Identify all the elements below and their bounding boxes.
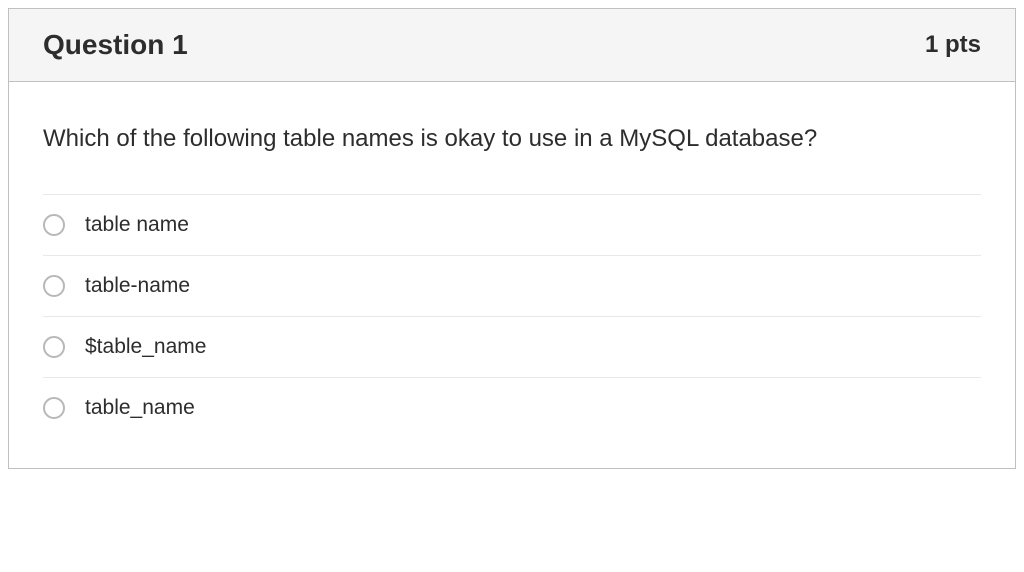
option-row-2[interactable]: $table_name [43,316,981,377]
radio-icon[interactable] [43,336,65,358]
question-points: 1 pts [925,31,981,59]
option-row-0[interactable]: table name [43,194,981,255]
option-label: table name [85,213,189,237]
option-label: table_name [85,396,195,420]
question-title: Question 1 [43,29,188,61]
question-card: Question 1 1 pts Which of the following … [8,8,1016,469]
question-body: Which of the following table names is ok… [9,82,1015,468]
option-row-1[interactable]: table-name [43,255,981,316]
radio-icon[interactable] [43,397,65,419]
question-header: Question 1 1 pts [9,9,1015,82]
option-label: table-name [85,274,190,298]
radio-icon[interactable] [43,214,65,236]
question-text: Which of the following table names is ok… [43,122,981,156]
option-row-3[interactable]: table_name [43,377,981,438]
radio-icon[interactable] [43,275,65,297]
option-label: $table_name [85,335,206,359]
options-list: table name table-name $table_name table_… [43,194,981,438]
